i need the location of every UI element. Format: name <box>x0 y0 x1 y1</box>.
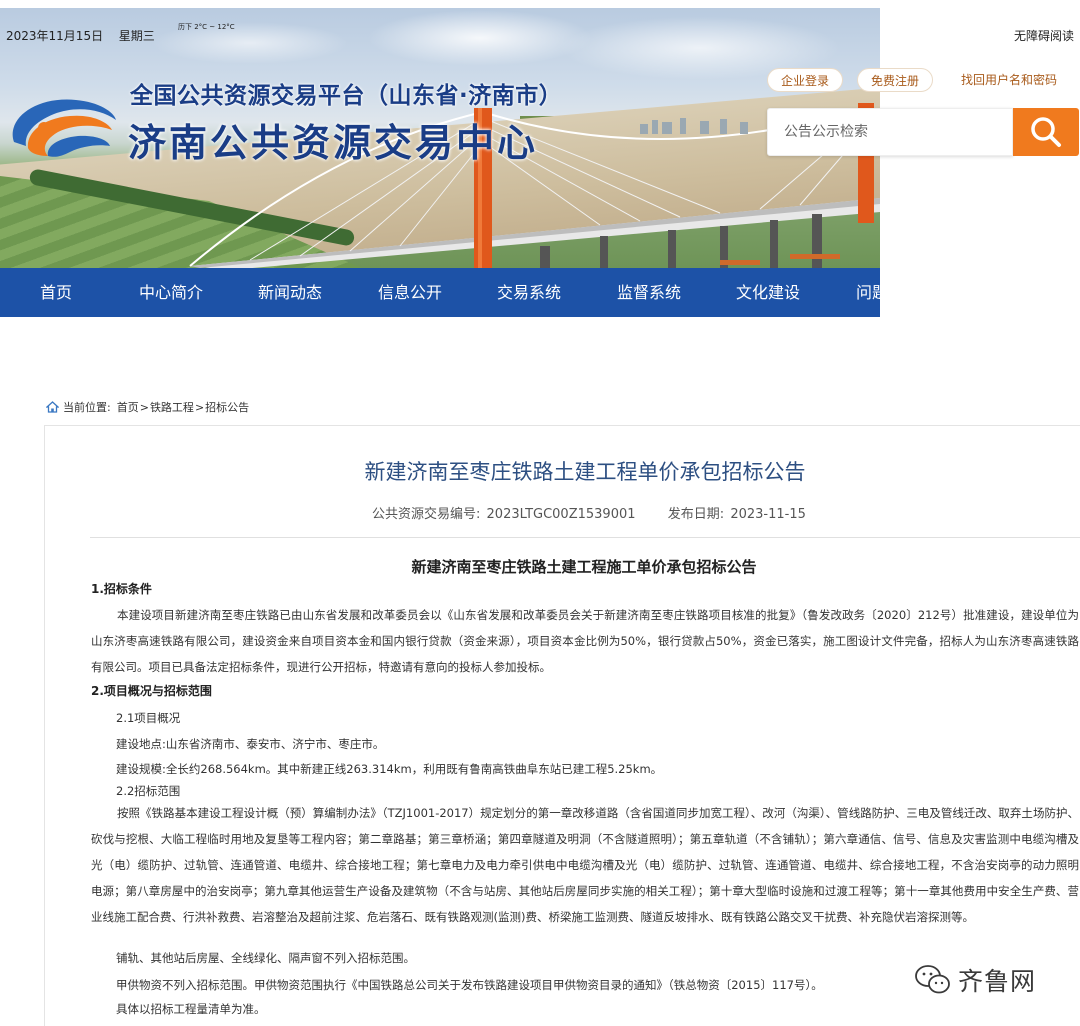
breadcrumb-current[interactable]: 招标公告 <box>205 399 249 415</box>
date-text: 2023年11月15日 <box>6 29 104 43</box>
section-heading: 2.项目概况与招标范围 <box>91 684 212 698</box>
divider <box>90 537 1080 538</box>
nav-culture[interactable]: 文化建设 <box>736 268 800 317</box>
section-heading: 1.招标条件 <box>91 582 152 596</box>
breadcrumb-separator: > <box>139 400 149 414</box>
nav-home[interactable]: 首页 <box>40 268 72 317</box>
publish-date: 2023-11-15 <box>730 507 806 522</box>
free-register-button[interactable]: 免费注册 <box>857 68 933 92</box>
site-title: 济南公共资源交易中心 <box>128 121 539 165</box>
wechat-icon <box>915 965 950 994</box>
nav-trading[interactable]: 交易系统 <box>497 268 561 317</box>
nav-disclosure[interactable]: 信息公开 <box>378 268 442 317</box>
current-date: 2023年11月15日 星期三 <box>6 27 155 44</box>
breadcrumb-separator: > <box>194 400 205 414</box>
exclusion-text: 甲供物资不列入招标范围。甲供物资范围执行《中国铁路总公司关于发布铁路建设项目甲供… <box>116 978 823 992</box>
subsection-heading: 2.2招标范围 <box>116 784 181 798</box>
publish-date-label: 发布日期: <box>667 507 725 522</box>
breadcrumb-home[interactable]: 首页 <box>117 399 139 415</box>
article-title: 新建济南至枣庄铁路土建工程单价承包招标公告 <box>364 460 806 484</box>
nav-questions[interactable]: 问题 <box>856 268 880 317</box>
recover-account-link[interactable]: 找回用户名和密码 <box>946 68 1072 92</box>
watermark: 齐鲁网 <box>914 962 1036 998</box>
scope-body: 按照《铁路基本建设工程设计概（预）算编制办法》（TZJ1001-2017）规定划… <box>91 806 1079 924</box>
search-button[interactable] <box>1013 108 1079 156</box>
weekday-text: 星期三 <box>118 29 155 43</box>
project-scale: 建设规模:全长约268.564km。其中新建正线263.314km，利用既有鲁南… <box>116 762 663 776</box>
nav-supervision[interactable]: 监督系统 <box>617 268 681 317</box>
accessibility-link[interactable]: 无障碍阅读 <box>1014 27 1074 44</box>
platform-title: 全国公共资源交易平台（山东省·济南市） <box>130 83 563 109</box>
watermark-text: 齐鲁网 <box>958 967 1037 996</box>
site-logo-icon <box>12 99 116 157</box>
search-input[interactable] <box>768 109 1012 155</box>
article-meta: 公共资源交易编号: 2023LTGC00Z1539001 发布日期: 2023-… <box>372 503 808 522</box>
document-title: 新建济南至枣庄铁路土建工程施工单价承包招标公告 <box>411 558 757 576</box>
project-location: 建设地点:山东省济南市、泰安市、济宁市、枣庄市。 <box>116 737 385 751</box>
subsection-heading: 2.1项目概况 <box>116 711 181 725</box>
trade-code: 2023LTGC00Z1539001 <box>486 507 636 522</box>
nav-about[interactable]: 中心简介 <box>139 268 203 317</box>
nav-news[interactable]: 新闻动态 <box>258 268 322 317</box>
enterprise-login-button[interactable]: 企业登录 <box>767 68 843 92</box>
exclusion-text: 具体以招标工程量清单为准。 <box>116 1002 266 1016</box>
breadcrumb-prefix: 当前位置: <box>63 401 111 414</box>
home-icon <box>46 401 59 413</box>
trade-code-label: 公共资源交易编号: <box>372 507 481 522</box>
breadcrumb-section[interactable]: 铁路工程 <box>150 399 194 415</box>
breadcrumb: 当前位置: 首页 > 铁路工程 > 招标公告 <box>46 399 249 415</box>
exclusion-text: 铺轨、其他站后房屋、全线绿化、隔声窗不列入招标范围。 <box>116 951 415 965</box>
weather-text: 历下 2°C ~ 12°C <box>178 23 235 31</box>
search-box <box>767 108 1013 156</box>
section-body: 本建设项目新建济南至枣庄铁路已由山东省发展和改革委员会以《山东省发展和改革委员会… <box>91 608 1079 674</box>
main-nav: 首页 中心简介 新闻动态 信息公开 交易系统 监督系统 文化建设 问题 <box>0 268 880 317</box>
search-icon <box>1031 117 1061 147</box>
